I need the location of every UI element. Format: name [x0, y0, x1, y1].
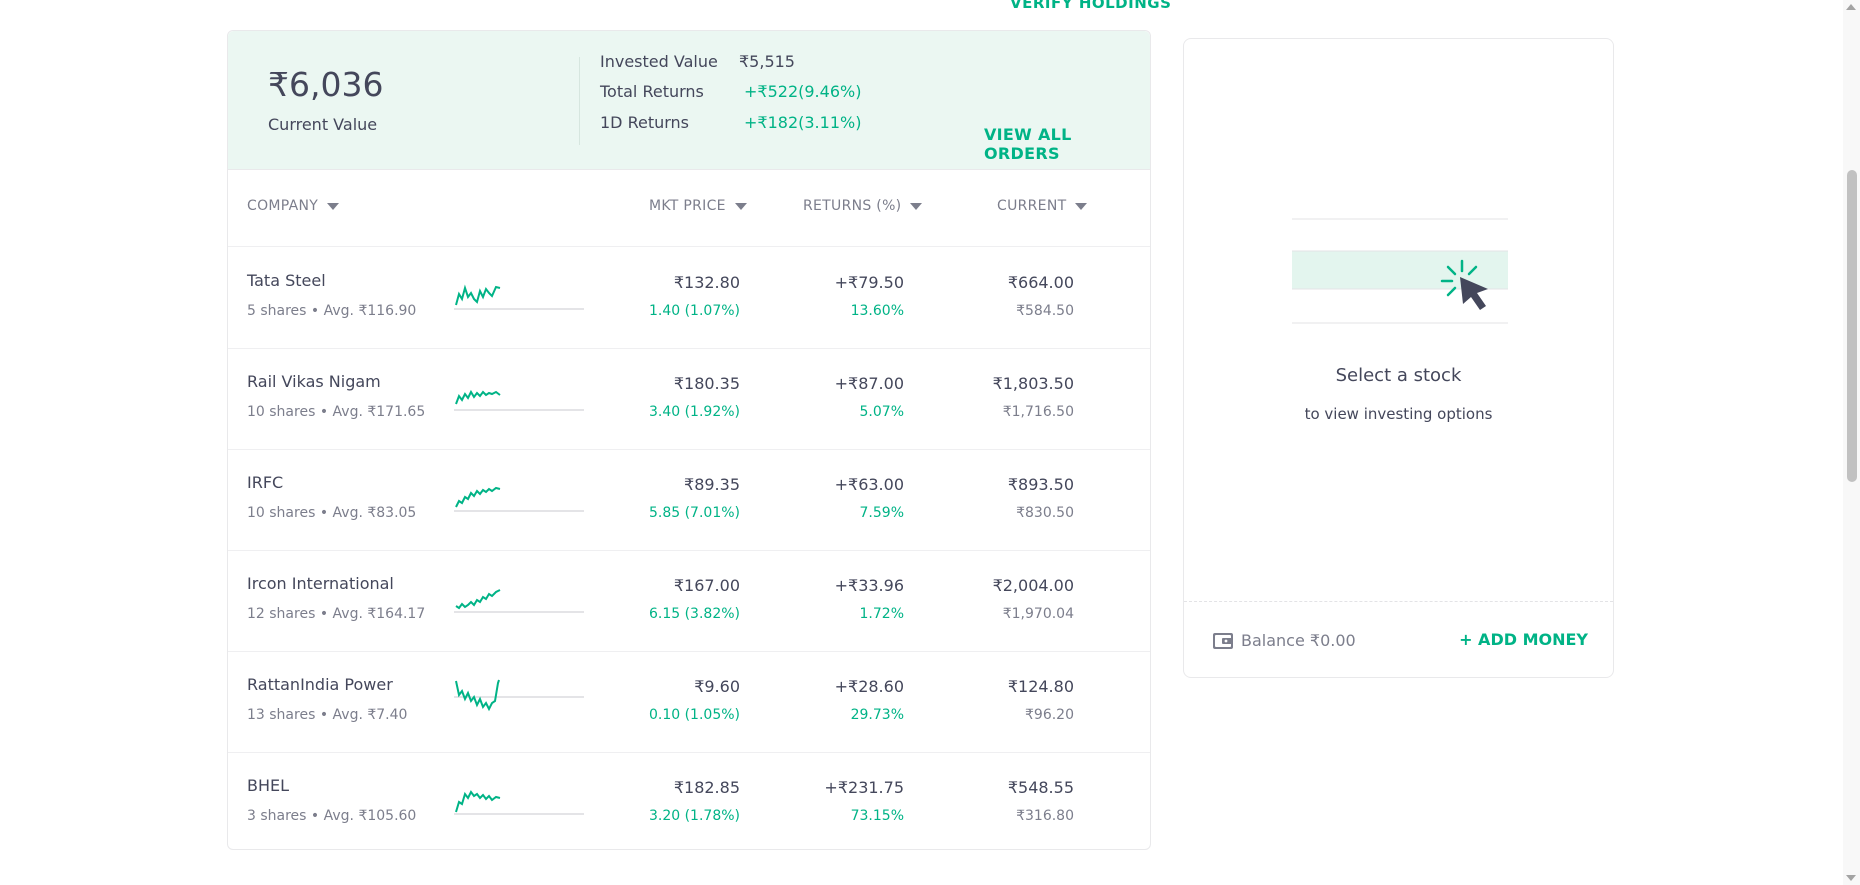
holding-details: 12 shares • Avg. ₹164.17 — [247, 606, 426, 622]
market-price: ₹132.80 — [673, 273, 740, 292]
portfolio-summary: ₹6,036 Current Value Invested Value ₹5,5… — [228, 31, 1150, 170]
total-returns-label: Total Returns — [600, 82, 704, 101]
invested-amount: ₹96.20 — [1025, 707, 1074, 723]
total-returns-value: +₹522(9.46%) — [744, 82, 862, 101]
caret-down-icon — [910, 202, 923, 210]
holdings-card: ₹6,036 Current Value Invested Value ₹5,5… — [227, 30, 1151, 850]
page-heading-fragment — [270, 0, 310, 2]
holding-details: 10 shares • Avg. ₹171.65 — [247, 404, 426, 420]
returns-percent: 1.72% — [859, 606, 904, 622]
table-row[interactable]: Ircon International 12 shares • Avg. ₹16… — [228, 550, 1150, 652]
sparkline-icon — [454, 679, 584, 712]
company-name: Rail Vikas Nigam — [247, 372, 381, 391]
invested-amount: ₹1,716.50 — [1002, 404, 1074, 420]
holding-details: 10 shares • Avg. ₹83.05 — [247, 505, 417, 521]
current-value: ₹893.50 — [1007, 475, 1074, 494]
add-money-button[interactable]: + ADD MONEY — [1459, 630, 1588, 649]
table-row[interactable]: RattanIndia Power 13 shares • Avg. ₹7.40… — [228, 651, 1150, 753]
market-change: 0.10 (1.05%) — [648, 707, 740, 723]
market-change: 3.40 (1.92%) — [648, 404, 740, 420]
wallet-icon — [1213, 633, 1233, 649]
verify-holdings-link[interactable]: VERIFY HOLDINGS — [1010, 0, 1171, 12]
select-stock-subtitle: to view investing options — [1304, 405, 1493, 423]
market-price: ₹180.35 — [673, 374, 740, 393]
company-name: BHEL — [247, 776, 290, 795]
returns-amount: +₹28.60 — [834, 677, 904, 696]
table-row[interactable]: Tata Steel 5 shares • Avg. ₹116.90 ₹132.… — [228, 247, 1150, 349]
returns-amount: +₹231.75 — [824, 778, 904, 797]
current-value: ₹124.80 — [1007, 677, 1074, 696]
returns-percent: 29.73% — [850, 707, 904, 723]
current-value: ₹2,004.00 — [992, 576, 1074, 595]
table-row[interactable]: Rail Vikas Nigam 10 shares • Avg. ₹171.6… — [228, 348, 1150, 450]
wallet-balance: Balance ₹0.00 — [1241, 631, 1356, 650]
select-stock-title: Select a stock — [1335, 365, 1462, 386]
sort-returns[interactable]: RETURNS (%) — [803, 198, 923, 214]
current-value: ₹548.55 — [1007, 778, 1074, 797]
sort-current[interactable]: CURRENT — [997, 198, 1088, 214]
returns-percent: 73.15% — [850, 808, 904, 824]
company-name: RattanIndia Power — [247, 675, 393, 694]
company-header-label: COMPANY — [247, 198, 319, 214]
sparkline-icon — [454, 589, 584, 613]
invested-value-label: Invested Value — [600, 52, 718, 71]
table-row[interactable]: IRFC 10 shares • Avg. ₹83.05 ₹89.35 5.85… — [228, 449, 1150, 551]
caret-down-icon — [1075, 202, 1088, 210]
sparkline-icon — [454, 486, 584, 512]
returns-amount: +₹79.50 — [834, 273, 904, 292]
balance-footer: Balance ₹0.00 + ADD MONEY — [1184, 601, 1613, 678]
market-change: 6.15 (3.82%) — [648, 606, 740, 622]
current-value-amount: ₹6,036 — [268, 65, 384, 104]
returns-amount: +₹87.00 — [834, 374, 904, 393]
returns-percent: 7.59% — [859, 505, 904, 521]
scroll-down-icon[interactable] — [1846, 875, 1856, 881]
caret-down-icon — [734, 202, 747, 210]
invested-amount: ₹584.50 — [1016, 303, 1074, 319]
holding-details: 13 shares • Avg. ₹7.40 — [247, 707, 408, 723]
market-change: 5.85 (7.01%) — [648, 505, 740, 521]
market-price: ₹167.00 — [673, 576, 740, 595]
invested-amount: ₹830.50 — [1016, 505, 1074, 521]
sort-company[interactable]: COMPANY — [247, 198, 340, 214]
current-header-label: CURRENT — [997, 198, 1067, 214]
current-value-label: Current Value — [268, 115, 378, 134]
cursor-click-icon — [1292, 218, 1508, 324]
summary-divider — [579, 57, 580, 145]
table-header: COMPANY MKT PRICE RETURNS (%) CURRENT — [228, 169, 1150, 247]
returns-header-label: RETURNS (%) — [803, 198, 902, 214]
table-row[interactable]: BHEL 3 shares • Avg. ₹105.60 ₹182.85 3.2… — [228, 752, 1150, 853]
one-day-returns-label: 1D Returns — [600, 113, 690, 132]
invested-value-amount: ₹5,515 — [739, 52, 795, 71]
stock-detail-panel: Select a stock to view investing options… — [1183, 38, 1614, 678]
view-all-orders-link[interactable]: VIEW ALL ORDERS — [984, 125, 1150, 163]
sparkline-icon — [454, 284, 584, 310]
holding-details: 5 shares • Avg. ₹116.90 — [247, 303, 417, 319]
sort-mkt-price[interactable]: MKT PRICE — [649, 198, 747, 214]
holding-details: 3 shares • Avg. ₹105.60 — [247, 808, 417, 824]
one-day-returns-value: +₹182(3.11%) — [744, 113, 862, 132]
company-name: Ircon International — [247, 574, 394, 593]
invested-amount: ₹1,970.04 — [1002, 606, 1074, 622]
sparkline-icon — [454, 790, 584, 815]
current-value: ₹1,803.50 — [992, 374, 1074, 393]
current-value: ₹664.00 — [1007, 273, 1074, 292]
returns-amount: +₹63.00 — [834, 475, 904, 494]
market-price: ₹9.60 — [694, 677, 740, 696]
market-change: 3.20 (1.78%) — [648, 808, 740, 824]
returns-percent: 13.60% — [850, 303, 904, 319]
scrollbar-thumb[interactable] — [1847, 170, 1857, 482]
company-name: Tata Steel — [247, 271, 326, 290]
mkt-price-header-label: MKT PRICE — [649, 198, 726, 214]
page-scrollbar[interactable] — [1843, 0, 1860, 885]
returns-percent: 5.07% — [859, 404, 904, 420]
company-name: IRFC — [247, 473, 284, 492]
caret-down-icon — [327, 202, 340, 210]
scroll-up-icon[interactable] — [1846, 4, 1856, 10]
market-change: 1.40 (1.07%) — [648, 303, 740, 319]
returns-amount: +₹33.96 — [834, 576, 904, 595]
market-price: ₹182.85 — [673, 778, 740, 797]
invested-amount: ₹316.80 — [1016, 808, 1074, 824]
sparkline-icon — [454, 389, 584, 411]
market-price: ₹89.35 — [684, 475, 740, 494]
